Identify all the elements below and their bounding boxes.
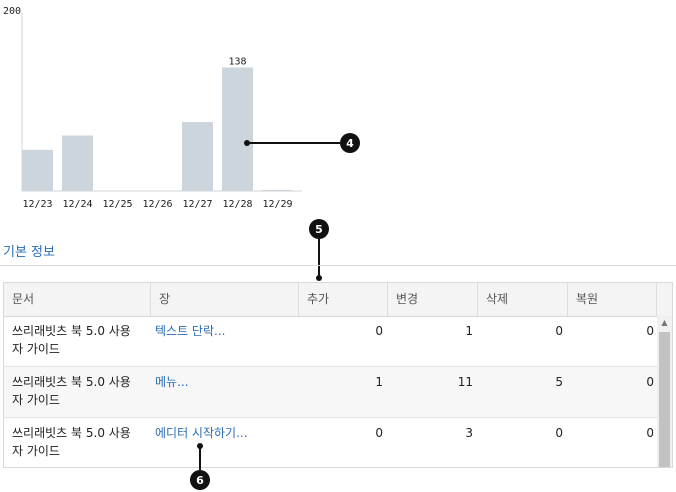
- y-axis-max-label: 200: [3, 6, 21, 17]
- triangle-up-icon[interactable]: ▲: [657, 316, 672, 330]
- added-count: 0: [375, 324, 383, 338]
- document-cell: 쓰리래빗츠 북 5.0 사용 자 가이드: [4, 418, 151, 467]
- callout-5-pointer-line: [318, 239, 320, 277]
- deleted-count: 5: [555, 375, 563, 389]
- bar-12-27[interactable]: [182, 122, 213, 191]
- added-count: 1: [375, 375, 383, 389]
- table-scrollbar[interactable]: ▲: [657, 316, 672, 467]
- table-row: 쓰리래빗츠 북 5.0 사용 자 가이드 텍스트 단락... 0 1 0 0: [4, 316, 657, 367]
- callout-badge-4: 4: [340, 133, 360, 153]
- callout-6-pointer-line: [199, 446, 201, 470]
- column-header-changed[interactable]: 변경: [388, 283, 478, 316]
- column-header-document[interactable]: 문서: [4, 283, 151, 316]
- x-tick-label: 12/29: [262, 199, 292, 210]
- restored-count: 0: [646, 426, 654, 440]
- x-tick-label: 12/28: [222, 199, 252, 210]
- scrollbar-thumb[interactable]: [659, 332, 670, 467]
- bar-data-label: 138: [228, 56, 246, 67]
- bar-12-23[interactable]: [22, 149, 53, 191]
- bar-12-24[interactable]: [62, 135, 93, 191]
- chapter-link[interactable]: 에디터 시작하기...: [151, 418, 299, 467]
- document-name-line: 자 가이드: [12, 342, 60, 356]
- changed-count: 1: [465, 324, 473, 338]
- chapter-link[interactable]: 메뉴...: [151, 367, 299, 417]
- changed-count: 3: [465, 426, 473, 440]
- x-tick-label: 12/23: [22, 199, 52, 210]
- document-name-line: 자 가이드: [12, 393, 60, 407]
- column-header-deleted[interactable]: 삭제: [478, 283, 568, 316]
- chapter-link[interactable]: 텍스트 단락...: [151, 316, 299, 366]
- bar-12-28[interactable]: [222, 67, 253, 191]
- section-divider: [0, 265, 676, 266]
- document-name-line: 쓰리래빗츠 북 5.0 사용: [12, 426, 131, 440]
- x-tick-label: 12/24: [62, 199, 92, 210]
- changed-count: 11: [457, 375, 473, 389]
- bar-12-29[interactable]: [262, 190, 293, 191]
- x-tick-label: 12/27: [182, 199, 212, 210]
- document-name-line: 자 가이드: [12, 444, 60, 458]
- restored-count: 0: [646, 324, 654, 338]
- callout-badge-5: 5: [309, 219, 329, 239]
- deleted-count: 0: [555, 324, 563, 338]
- callout-5-pointer-dot: [316, 275, 322, 281]
- section-title-basic-info: 기본 정보: [3, 245, 55, 260]
- table-row: 쓰리래빗츠 북 5.0 사용 자 가이드 에디터 시작하기... 0 3 0 0: [4, 418, 657, 467]
- document-name-line: 쓰리래빗츠 북 5.0 사용: [12, 375, 131, 389]
- column-header-chapter[interactable]: 장: [151, 283, 299, 316]
- document-name-line: 쓰리래빗츠 북 5.0 사용: [12, 324, 131, 338]
- document-cell: 쓰리래빗츠 북 5.0 사용 자 가이드: [4, 316, 151, 366]
- document-cell: 쓰리래빗츠 북 5.0 사용 자 가이드: [4, 367, 151, 417]
- x-tick-label: 12/26: [142, 199, 172, 210]
- callout-badge-6: 6: [190, 470, 210, 490]
- table-header: 문서 장 추가 변경 삭제 복원: [4, 283, 672, 317]
- stats-table: 문서 장 추가 변경 삭제 복원 쓰리래빗츠 북 5.0 사용 자 가이드 텍스…: [3, 282, 673, 468]
- bar-chart: 200 12/23 12/24 12/25 12/26 12/27 12/28 138 12/…: [0, 0, 676, 215]
- chart-svg: 200 12/23 12/24 12/25 12/26 12/27 12/28 138 12/…: [3, 6, 302, 210]
- table-row: 쓰리래빗츠 북 5.0 사용 자 가이드 메뉴... 1 11 5 0: [4, 367, 657, 418]
- column-header-restored[interactable]: 복원: [568, 283, 657, 316]
- column-header-added[interactable]: 추가: [299, 283, 388, 316]
- callout-4-pointer-line: [247, 142, 340, 144]
- restored-count: 0: [646, 375, 654, 389]
- deleted-count: 0: [555, 426, 563, 440]
- x-tick-label: 12/25: [102, 199, 132, 210]
- added-count: 0: [375, 426, 383, 440]
